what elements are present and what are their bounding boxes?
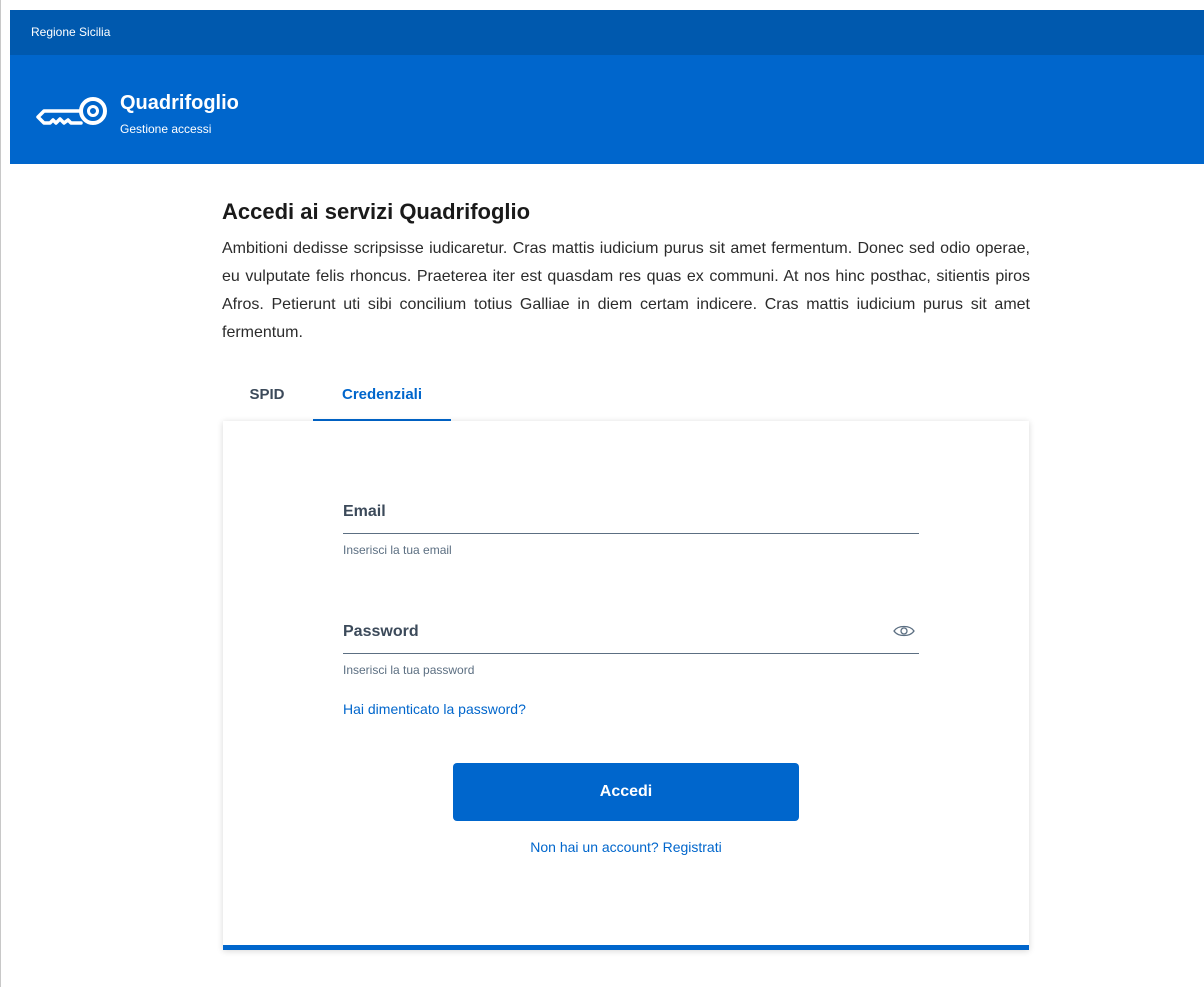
login-card: Email Inserisci la tua email Password In… <box>223 421 1029 950</box>
key-icon <box>36 97 107 125</box>
forgot-password-link[interactable]: Hai dimenticato la password? <box>343 699 526 719</box>
brand-subtitle: Gestione accessi <box>120 122 212 136</box>
password-help-text: Inserisci la tua password <box>343 663 475 677</box>
page: Regione Sicilia Quadrifoglio Gestione ac… <box>0 0 1204 987</box>
tab-spid[interactable]: SPID <box>222 376 312 419</box>
main-content: Accedi ai servizi Quadrifoglio Ambitioni… <box>222 195 1030 347</box>
eye-icon[interactable] <box>893 624 915 638</box>
site-header: Quadrifoglio Gestione accessi <box>10 55 1204 164</box>
email-label: Email <box>343 503 386 520</box>
brand-title[interactable]: Quadrifoglio <box>120 91 239 115</box>
page-title: Accedi ai servizi Quadrifoglio <box>222 199 531 224</box>
intro-text: Ambitioni dedisse scripsisse iudicaretur… <box>222 240 1030 341</box>
register-link[interactable]: Non hai un account? Registrati <box>223 837 1029 857</box>
password-field[interactable]: Password Inserisci la tua password <box>343 610 919 678</box>
login-tabs: SPID Credenziali <box>222 376 522 422</box>
password-label: Password <box>343 623 419 640</box>
top-bar: Regione Sicilia <box>10 10 1204 55</box>
email-input[interactable]: Email <box>343 490 919 534</box>
email-help-text: Inserisci la tua email <box>343 543 452 557</box>
email-field[interactable]: Email Inserisci la tua email <box>343 490 919 558</box>
tab-credenziali[interactable]: Credenziali <box>313 376 451 421</box>
password-input[interactable]: Password <box>343 610 919 654</box>
region-link[interactable]: Regione Sicilia <box>31 25 110 39</box>
login-button[interactable]: Accedi <box>453 763 799 821</box>
